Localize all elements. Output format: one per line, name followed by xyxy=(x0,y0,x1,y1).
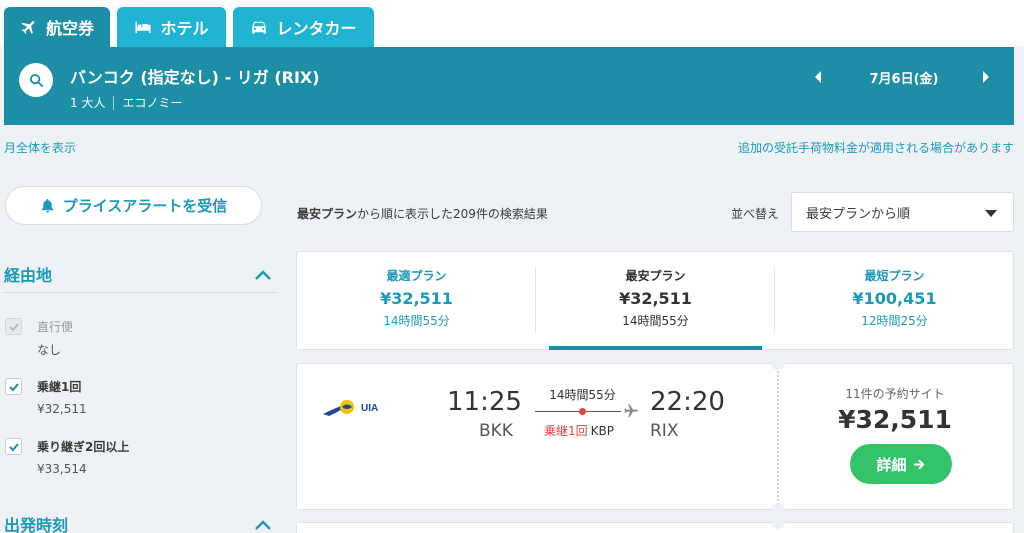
details-button-label: 詳細 xyxy=(876,455,907,474)
search-icon xyxy=(29,73,43,87)
best-plan-title: 最適プラン xyxy=(386,269,447,283)
details-button[interactable]: 詳細 xyxy=(850,444,952,484)
next-date-button[interactable] xyxy=(980,69,992,85)
ticket-notch xyxy=(771,515,785,529)
stop-info: 乗継1回 KBP xyxy=(544,422,614,439)
search-summary-bar[interactable]: バンコク (指定なし) - リガ (RIX) 1 大人 エコノミー 7月6日(金… xyxy=(4,47,1014,125)
check-icon xyxy=(8,322,19,331)
bed-icon xyxy=(135,21,151,33)
nonstop-price: なし xyxy=(37,343,62,357)
tab-fastest-plan[interactable]: 最短プラン ¥100,451 12時間25分 xyxy=(775,252,1014,349)
result-count-bold: 最安プラン xyxy=(297,207,358,221)
check-icon xyxy=(8,382,19,391)
product-tabs: 航空券 ホテル レンタカー xyxy=(0,0,1024,47)
airline-code: UIA xyxy=(361,403,378,414)
price-alert-button[interactable]: プライスアラートを受信 xyxy=(5,186,262,225)
nonstop-checkbox[interactable] xyxy=(5,318,22,335)
chevron-up-icon xyxy=(255,520,271,530)
tab-best-plan[interactable]: 最適プラン ¥32,511 14時間55分 xyxy=(297,252,536,349)
result-count-rest: から順に表示した209件の検索結果 xyxy=(357,207,548,221)
tab-hotels[interactable]: ホテル xyxy=(117,7,226,47)
selected-date[interactable]: 7月6日(金) xyxy=(854,68,954,87)
two-plus-stops-label: 乗り継ぎ2回以上 xyxy=(37,440,130,454)
airplane-icon xyxy=(624,404,638,417)
best-plan-price: ¥32,511 xyxy=(380,289,453,308)
stops-filter-title[interactable]: 経由地 xyxy=(4,262,52,286)
airplane-icon xyxy=(21,21,35,34)
filter-divider xyxy=(4,292,277,293)
check-icon xyxy=(8,442,19,451)
best-plan-duration: 14時間55分 xyxy=(383,314,450,328)
caret-left-icon xyxy=(815,71,821,83)
one-stop-price: ¥32,511 xyxy=(37,402,87,416)
search-button[interactable] xyxy=(19,63,53,97)
tab-cheapest-plan[interactable]: 最安プラン ¥32,511 14時間55分 xyxy=(536,252,775,349)
ticket-notch xyxy=(771,356,785,370)
tab-rental-cars-label: レンタカー xyxy=(276,19,357,38)
cabin-class: エコノミー xyxy=(122,96,183,110)
fastest-plan-duration: 12時間25分 xyxy=(861,314,928,328)
route-line xyxy=(535,411,621,412)
fastest-plan-title: 最短プラン xyxy=(864,269,925,283)
tab-flights[interactable]: 航空券 xyxy=(4,7,110,47)
airline-logo: UIA xyxy=(321,396,385,420)
nonstop-label: 直行便 xyxy=(37,320,74,334)
arrow-right-icon xyxy=(913,459,924,469)
stop-airport: KBP xyxy=(590,424,614,438)
cheapest-plan-duration: 14時間55分 xyxy=(622,314,689,328)
stops-collapse-toggle[interactable] xyxy=(254,266,272,280)
uia-logo-icon: UIA xyxy=(323,400,378,416)
route-text[interactable]: バンコク (指定なし) - リガ (RIX) xyxy=(70,64,320,88)
flight-price: ¥32,511 xyxy=(838,405,952,434)
tab-flights-label: 航空券 xyxy=(45,19,94,38)
fastest-plan-price: ¥100,451 xyxy=(852,289,937,308)
two-plus-stops-checkbox[interactable] xyxy=(5,438,22,455)
one-stop-checkbox[interactable] xyxy=(5,378,22,395)
sort-dropdown[interactable]: 最安プランから順 xyxy=(791,192,1014,232)
arrival-time: 22:20 xyxy=(650,387,725,417)
departure-collapse-toggle[interactable] xyxy=(254,516,272,530)
cheapest-plan-price: ¥32,511 xyxy=(619,289,692,308)
chevron-up-icon xyxy=(255,270,271,280)
two-plus-stops-price: ¥33,514 xyxy=(37,462,87,476)
caret-right-icon xyxy=(983,71,989,83)
result-count: 最安プランから順に表示した209件の検索結果 xyxy=(297,205,548,222)
sort-dropdown-value: 最安プランから順 xyxy=(806,206,911,222)
price-alert-label: プライスアラートを受信 xyxy=(62,197,228,215)
cheapest-plan-title: 最安プラン xyxy=(625,269,686,283)
passenger-cabin-info[interactable]: 1 大人 エコノミー xyxy=(70,94,182,111)
departure-time-filter-title[interactable]: 出発時刻 xyxy=(4,512,68,533)
one-stop-label: 乗継1回 xyxy=(37,380,82,394)
stop-count: 乗継1回 xyxy=(544,424,588,438)
flight-duration: 14時間55分 xyxy=(549,388,616,402)
departure-time: 11:25 xyxy=(447,387,522,417)
tab-hotels-label: ホテル xyxy=(160,19,209,38)
tab-rental-cars[interactable]: レンタカー xyxy=(233,7,374,47)
plan-summary-tabs: 最適プラン ¥32,511 14時間55分 最安プラン ¥32,511 14時間… xyxy=(296,251,1014,350)
next-flight-result-card[interactable] xyxy=(296,515,1014,533)
previous-date-button[interactable] xyxy=(812,69,824,85)
caret-down-icon xyxy=(985,210,997,217)
active-tab-indicator xyxy=(549,346,762,350)
arrival-airport: RIX xyxy=(650,421,679,441)
passenger-count: 1 大人 xyxy=(70,96,106,110)
sort-label: 並べ替え xyxy=(731,207,780,221)
baggage-fee-link[interactable]: 追加の受託手荷物料金が適用される場合があります xyxy=(738,139,1014,156)
departure-airport: BKK xyxy=(479,421,513,441)
car-icon xyxy=(252,21,267,34)
bell-icon xyxy=(41,198,53,213)
show-month-link[interactable]: 月全体を表示 xyxy=(4,139,76,156)
booking-sites-count: 11件の予約サイト xyxy=(845,387,945,401)
flight-result-card[interactable]: UIA 11:25 BKK 14時間55分 乗継1回 KBP 22:20 RIX … xyxy=(296,356,1014,517)
divider xyxy=(113,95,115,110)
stop-dot xyxy=(579,408,586,415)
